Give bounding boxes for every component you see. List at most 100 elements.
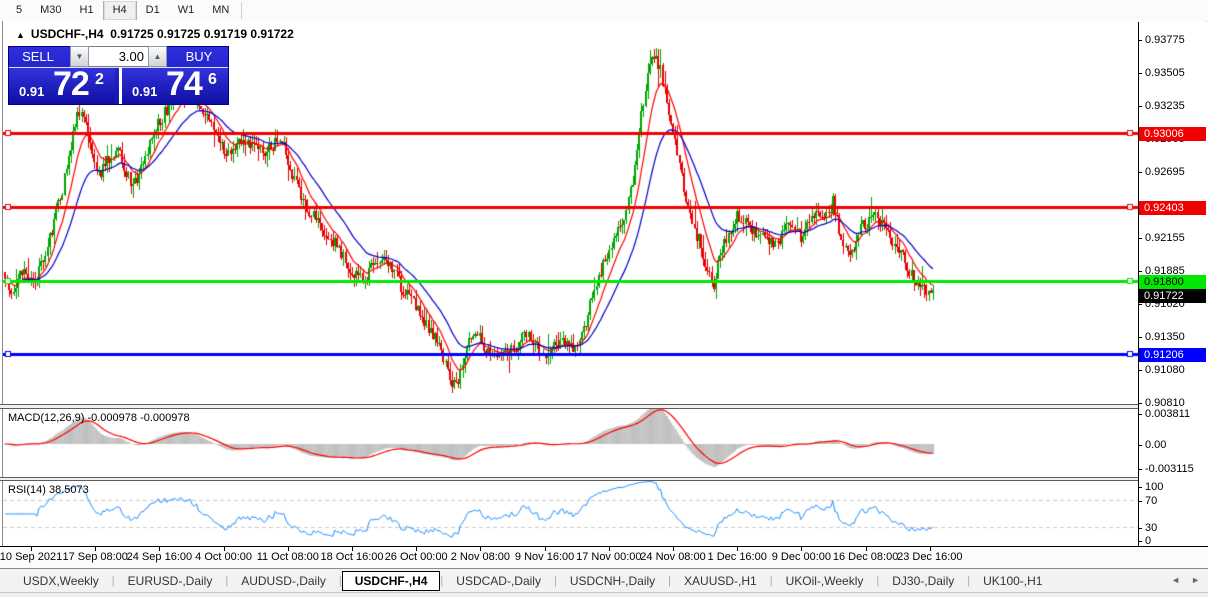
collapse-arrow-icon[interactable]: ▲ — [16, 30, 25, 40]
toolbar-separator — [241, 2, 242, 19]
x-axis-label: 17 Sep 08:00 — [62, 551, 127, 563]
macd-label: MACD(12,26,9) -0.000978 -0.000978 — [8, 412, 190, 424]
y-axis-tick — [1138, 337, 1142, 338]
x-axis-label: 9 Nov 16:00 — [515, 551, 574, 563]
price-tag-0.91800: 0.91800 — [1139, 275, 1206, 289]
y-axis-label: 0.93775 — [1145, 34, 1185, 46]
chart-window: ▲ USDCHF-,H4 0.91725 0.91725 0.91719 0.91… — [0, 21, 1208, 592]
rsi-panel-canvas[interactable] — [3, 481, 1138, 546]
y-axis-label: 0.93235 — [1145, 100, 1185, 112]
tab-scroll-right-icon[interactable]: ► — [1191, 575, 1200, 585]
volume-increase-button[interactable]: ▲ — [148, 46, 167, 67]
chart-tab-usdcnhdaily[interactable]: USDCNH-,Daily — [557, 571, 668, 591]
x-axis-label: 2 Nov 08:00 — [451, 551, 510, 563]
x-axis-label: 17 Nov 00:00 — [576, 551, 641, 563]
tab-scroll-left-icon[interactable]: ◄ — [1171, 575, 1180, 585]
chart-tab-usdchfh4[interactable]: USDCHF-,H4 — [342, 571, 441, 591]
x-axis-label: 16 Dec 08:00 — [833, 551, 898, 563]
y-axis-tick — [1138, 445, 1142, 446]
chart-tab-eurusddaily[interactable]: EURUSD-,Daily — [115, 571, 226, 591]
buy-price-prefix: 0.91 — [132, 84, 157, 99]
volume-decrease-button[interactable]: ▼ — [70, 46, 89, 67]
price-tag-0.93006: 0.93006 — [1139, 127, 1206, 141]
buy-price-sup: 6 — [208, 71, 217, 89]
price-tag-0.91722: 0.91722 — [1139, 289, 1206, 303]
panel-splitter[interactable] — [0, 404, 1208, 409]
buy-button[interactable]: BUY — [170, 47, 228, 67]
chart-tab-usdxweekly[interactable]: USDX,Weekly — [10, 571, 112, 591]
sell-price-display[interactable]: 0.91 72 2 — [9, 68, 115, 104]
timeframe-button-d1[interactable]: D1 — [137, 1, 169, 20]
y-axis-tick — [1138, 271, 1142, 272]
time-axis[interactable]: 10 Sep 202117 Sep 08:0024 Sep 16:004 Oct… — [0, 547, 1208, 568]
timeframe-button-h1[interactable]: H1 — [71, 1, 103, 20]
x-axis-label: 18 Oct 16:00 — [321, 551, 384, 563]
price-tag-0.91206: 0.91206 — [1139, 348, 1206, 362]
timeframe-button-5[interactable]: 5 — [7, 1, 31, 20]
rsi-scale-label: 100 — [1145, 481, 1163, 493]
y-axis-tick — [1138, 487, 1142, 488]
sell-price-sup: 2 — [95, 71, 104, 89]
price-axis[interactable]: 0.937750.935050.932350.929650.926950.921… — [1139, 22, 1208, 546]
y-axis-tick — [1138, 528, 1142, 529]
y-axis-tick — [1138, 414, 1142, 415]
chart-tab-bar: USDX,Weekly|EURUSD-,Daily|AUDUSD-,Daily|… — [0, 568, 1208, 592]
y-axis-tick — [1138, 40, 1142, 41]
macd-scale-label: 0.00 — [1145, 439, 1166, 451]
buy-price-big: 74 — [166, 65, 202, 104]
y-axis-label: 0.92155 — [1145, 232, 1185, 244]
sell-button[interactable]: SELL — [9, 47, 67, 67]
macd-scale-label: 0.003811 — [1145, 408, 1190, 420]
x-axis-label: 10 Sep 2021 — [0, 551, 62, 563]
y-axis-label: 0.92695 — [1145, 166, 1185, 178]
chart-tab-uk100h1[interactable]: UK100-,H1 — [970, 571, 1055, 591]
ohlc-values: 0.91725 0.91725 0.91719 0.91722 — [110, 27, 294, 41]
timeframe-button-mn[interactable]: MN — [203, 1, 238, 20]
timeframe-button-m30[interactable]: M30 — [31, 1, 70, 20]
chart-tab-dj30daily[interactable]: DJ30-,Daily — [879, 571, 967, 591]
buy-price-display[interactable]: 0.91 74 6 — [119, 68, 228, 104]
x-axis-label: 9 Dec 00:00 — [772, 551, 831, 563]
timeframe-button-h4[interactable]: H4 — [103, 1, 137, 20]
mt4-terminal: 5M30H1H4D1W1MN ▲USDCHF-,H4 0.91725 0.917… — [0, 0, 1208, 597]
y-axis-label: 0.91350 — [1145, 331, 1185, 343]
y-axis-tick — [1138, 238, 1142, 239]
y-axis-label: 0.91080 — [1145, 364, 1185, 376]
x-axis-label: 26 Oct 00:00 — [385, 551, 448, 563]
y-axis-tick — [1138, 501, 1142, 502]
symbol-name: USDCHF-,H4 — [31, 27, 104, 41]
sell-price-big: 72 — [53, 65, 89, 104]
y-axis-tick — [1138, 73, 1142, 74]
x-axis-label: 24 Sep 16:00 — [127, 551, 192, 563]
x-axis-label: 4 Oct 00:00 — [195, 551, 252, 563]
price-tag-0.92403: 0.92403 — [1139, 201, 1206, 215]
chart-tab-ukoilweekly[interactable]: UKOil-,Weekly — [773, 571, 877, 591]
x-axis-label: 24 Nov 08:00 — [640, 551, 705, 563]
volume-input[interactable] — [89, 46, 148, 67]
y-axis-tick — [1138, 106, 1142, 107]
chart-tab-audusddaily[interactable]: AUDUSD-,Daily — [228, 571, 339, 591]
one-click-trading-widget: SELL ▼ ▲ BUY 0.91 72 2 0.91 74 6 — [8, 46, 229, 105]
bottom-strip — [0, 592, 1208, 597]
rsi-label: RSI(14) 38.5073 — [8, 484, 89, 496]
y-axis-tick — [1138, 172, 1142, 173]
volume-spinner: ▼ ▲ — [70, 46, 167, 67]
timeframe-button-w1[interactable]: W1 — [169, 1, 204, 20]
y-axis-tick — [1138, 469, 1142, 470]
x-axis-label: 11 Oct 08:00 — [257, 551, 319, 563]
y-axis-label: 0.93505 — [1145, 67, 1185, 79]
chart-tab-xauusdh1[interactable]: XAUUSD-,H1 — [671, 571, 770, 591]
chart-tab-usdcaddaily[interactable]: USDCAD-,Daily — [443, 571, 554, 591]
timeframe-toolbar: 5M30H1H4D1W1MN — [0, 0, 1208, 22]
y-axis-tick — [1138, 370, 1142, 371]
y-axis-tick — [1138, 403, 1142, 404]
sell-price-prefix: 0.91 — [19, 84, 44, 99]
rsi-scale-label: 0 — [1145, 535, 1151, 547]
panel-splitter[interactable] — [0, 477, 1208, 481]
x-axis-label: 23 Dec 16:00 — [897, 551, 962, 563]
macd-scale-label: -0.003115 — [1145, 463, 1194, 475]
y-axis-tick — [1138, 541, 1142, 542]
rsi-scale-label: 70 — [1145, 495, 1157, 507]
y-axis-tick — [1138, 304, 1142, 305]
symbol-header: ▲ USDCHF-,H4 0.91725 0.91725 0.91719 0.91… — [16, 27, 294, 41]
